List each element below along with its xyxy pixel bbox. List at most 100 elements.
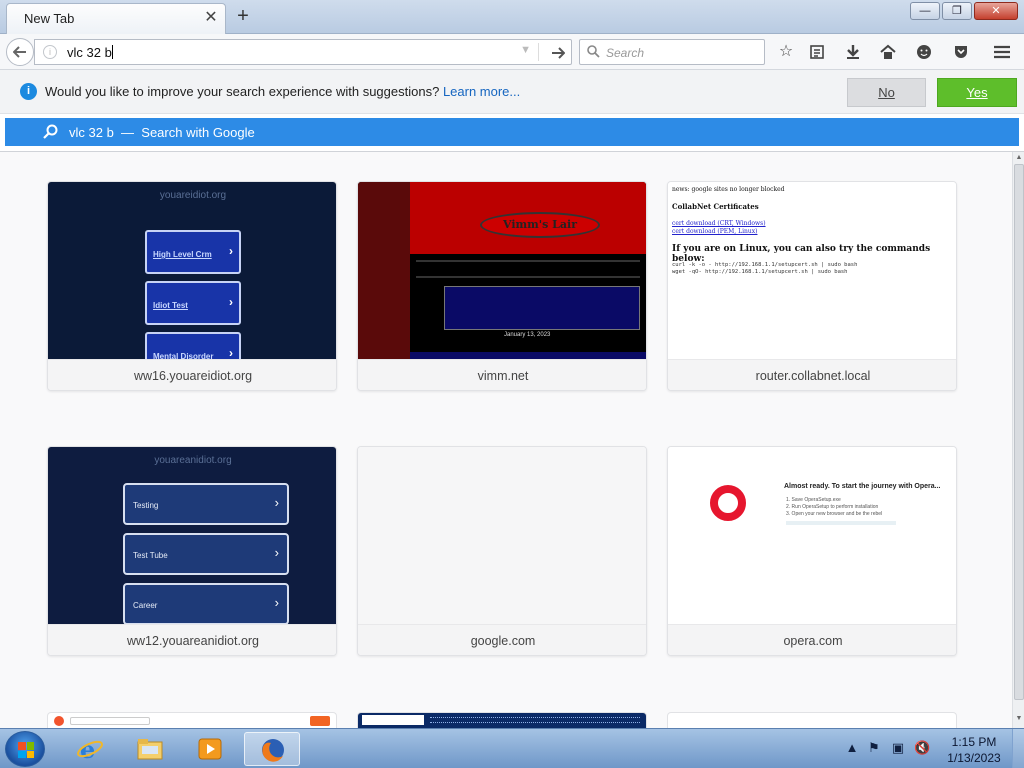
suggestion-action: Search with Google — [141, 125, 255, 140]
close-window-button[interactable]: ✕ — [974, 2, 1018, 20]
maximize-button[interactable]: ❐ — [942, 2, 972, 20]
info-icon: i — [20, 83, 37, 100]
window-controls: — ❐ ✕ — [910, 2, 1018, 20]
windows-taskbar: e ▲ ⚑ ▣ 🔇 1:15 PM 1/13/2023 — [0, 728, 1024, 768]
start-button[interactable] — [5, 731, 45, 767]
tab-title: New Tab — [24, 11, 75, 26]
home-icon[interactable] — [877, 41, 899, 63]
thumbnail-button: Mental Disorder — [145, 332, 241, 359]
thumbnail-button: Testing — [123, 483, 289, 525]
tile-caption: google.com — [358, 624, 646, 655]
thumbnail-menu-box — [444, 286, 640, 330]
thumbnail-nav — [430, 717, 640, 723]
thumbnail-footer-bar — [410, 352, 646, 359]
url-bar[interactable]: i vlc 32 b ▼ — [34, 39, 572, 65]
thumbnail-text: news: google sites no longer blocked — [672, 186, 785, 193]
search-bar[interactable]: Search — [579, 39, 765, 65]
tile-caption: ww16.youareidiot.org — [48, 359, 336, 390]
navigation-toolbar: i vlc 32 b ▼ Search ☆ — [0, 34, 1024, 70]
hamburger-menu-icon[interactable] — [991, 41, 1013, 63]
yes-button[interactable]: Yes — [937, 78, 1017, 107]
downloads-icon[interactable] — [842, 41, 864, 63]
no-button[interactable]: No — [847, 78, 926, 107]
tab-new-tab[interactable]: New Tab ✕ — [6, 3, 226, 34]
top-site-tile[interactable]: Vimm's Lair January 13, 2023 vimm.net — [357, 181, 647, 391]
top-site-tile[interactable]: youareidiot.org High Level Crm Idiot Tes… — [47, 181, 337, 391]
thumbnail-logo — [362, 715, 424, 725]
url-input[interactable]: vlc 32 b — [67, 45, 113, 60]
vertical-scrollbar[interactable]: ▲ ▼ — [1012, 152, 1024, 728]
top-site-tile[interactable]: news: google sites no longer blocked Col… — [667, 181, 957, 391]
go-arrow-icon[interactable] — [551, 42, 566, 65]
url-input-value: vlc 32 b — [67, 45, 112, 60]
search-suggestion-row[interactable]: vlc 32 b — Search with Google — [5, 118, 1019, 146]
folder-icon — [137, 739, 163, 760]
thumbnail-code: curl -k -o - http://192.168.1.1/setupcer… — [672, 262, 857, 276]
volume-muted-icon[interactable]: 🔇 — [914, 740, 930, 756]
search-icon — [587, 43, 600, 61]
reading-list-icon[interactable] — [806, 41, 828, 63]
notification-message-text: Would you like to improve your search ex… — [45, 84, 440, 99]
action-center-flag-icon[interactable]: ⚑ — [866, 740, 882, 756]
top-site-tile[interactable]: youareanidiot.org Testing Test Tube Care… — [47, 446, 337, 656]
text-caret — [111, 45, 113, 59]
pocket-icon[interactable] — [950, 41, 972, 63]
tile-thumbnail — [358, 447, 646, 624]
tile-caption: opera.com — [668, 624, 956, 655]
internet-explorer-icon: e — [77, 736, 103, 762]
thumbnail-link: cert download (CRT, Windows) — [672, 220, 766, 227]
tile-caption: ww12.youareanidiot.org — [48, 624, 336, 655]
close-tab-icon[interactable]: ✕ — [203, 10, 219, 26]
site-info-icon[interactable]: i — [43, 45, 57, 59]
network-icon[interactable]: ▣ — [890, 740, 906, 756]
show-hidden-icons-icon[interactable]: ▲ — [844, 740, 860, 756]
new-tab-button[interactable]: + — [232, 5, 254, 27]
thumbnail-sidebar — [358, 182, 410, 359]
taskbar-file-explorer[interactable] — [122, 732, 178, 766]
history-dropdown-icon[interactable]: ▼ — [520, 44, 531, 56]
thumbnail-text-block — [416, 260, 640, 278]
thumbnail-button: High Level Crm — [145, 230, 241, 274]
clock-time[interactable]: 1:15 PM — [942, 735, 1006, 749]
tile-thumbnail: Almost ready. To start the journey with … — [668, 447, 956, 624]
taskbar-firefox[interactable] — [244, 732, 300, 766]
search-icon — [43, 122, 58, 143]
thumbnail-heading: CollabNet Certificates — [672, 202, 759, 211]
firefox-icon — [262, 739, 284, 762]
url-suggestion-panel: vlc 32 b — Search with Google — [0, 114, 1024, 152]
new-tab-page: youareidiot.org High Level Crm Idiot Tes… — [0, 152, 1012, 728]
top-site-tile[interactable]: google.com — [357, 446, 647, 656]
search-suggestions-notification: i Would you like to improve your search … — [0, 70, 1024, 114]
media-player-icon — [198, 738, 222, 760]
thumbnail-heading: Almost ready. To start the journey with … — [784, 483, 941, 490]
back-button[interactable] — [6, 38, 34, 66]
top-site-tile-partial[interactable] — [667, 712, 957, 728]
thumbnail-button: Idiot Test — [145, 281, 241, 325]
scroll-up-icon[interactable]: ▲ — [1015, 154, 1023, 161]
suggestion-text: vlc 32 b — Search with Google — [69, 125, 255, 140]
show-desktop-button[interactable] — [1012, 729, 1024, 768]
taskbar-internet-explorer[interactable]: e — [62, 732, 118, 766]
learn-more-link[interactable]: Learn more... — [443, 84, 520, 99]
thumbnail-button: Career — [123, 583, 289, 624]
minimize-button[interactable]: — — [910, 2, 940, 20]
tile-thumbnail: news: google sites no longer blocked Col… — [668, 182, 956, 359]
taskbar-media-player[interactable] — [182, 732, 238, 766]
thumbnail-text: 2. Run OperaSetup to perform installatio… — [786, 504, 879, 510]
clock-date[interactable]: 1/13/2023 — [942, 751, 1006, 765]
search-placeholder: Search — [606, 46, 645, 60]
thumbnail-footer-line — [786, 521, 896, 525]
tile-thumbnail: Vimm's Lair January 13, 2023 — [358, 182, 646, 359]
thumbnail-code-line: wget -qO- http://192.168.1.1/setupcert.s… — [672, 269, 848, 275]
scroll-down-icon[interactable]: ▼ — [1015, 715, 1023, 722]
scrollbar-thumb[interactable] — [1014, 164, 1024, 700]
top-site-tile-partial[interactable] — [47, 712, 337, 728]
thumbnail-date: January 13, 2023 — [504, 332, 551, 338]
hello-chat-icon[interactable] — [913, 41, 935, 63]
thumbnail-search-box — [70, 717, 150, 725]
top-site-tile[interactable]: Almost ready. To start the journey with … — [667, 446, 957, 656]
bookmark-star-icon[interactable]: ☆ — [775, 41, 797, 63]
tab-strip: New Tab ✕ + — ❐ ✕ — [0, 0, 1024, 34]
top-site-tile-partial[interactable] — [357, 712, 647, 728]
thumbnail-text: 3. Open your new browser and be the rebe… — [786, 511, 883, 517]
